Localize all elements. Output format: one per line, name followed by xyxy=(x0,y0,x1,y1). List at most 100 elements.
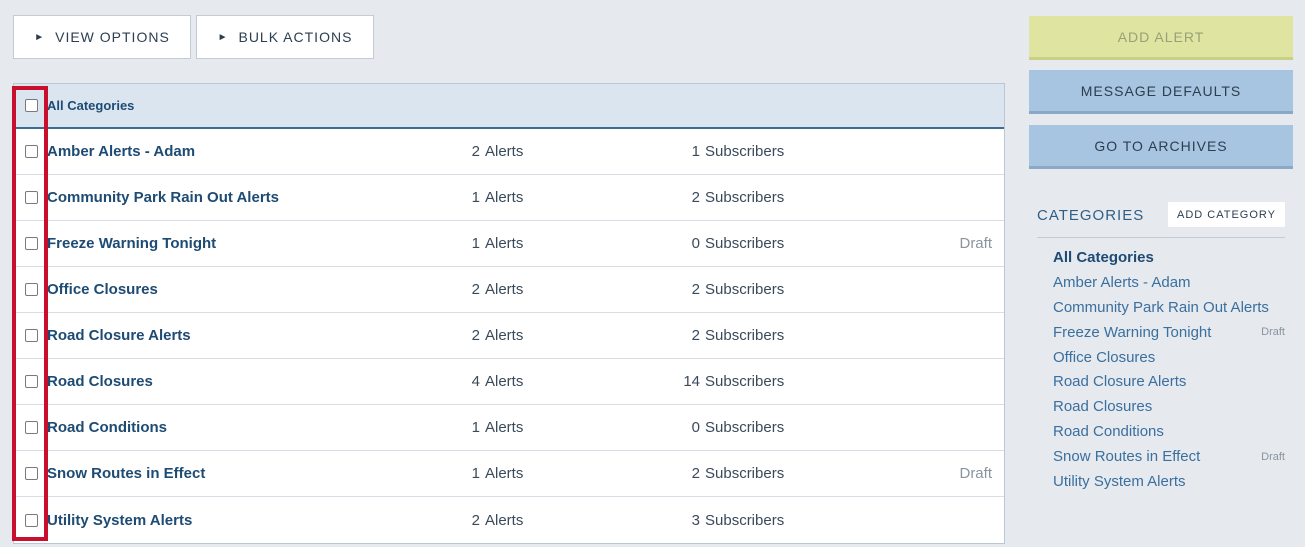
category-name-link[interactable]: Amber Alerts - Adam xyxy=(47,143,195,160)
subscriber-count-value: 1 xyxy=(691,143,700,160)
subscriber-count-value: 2 xyxy=(691,465,700,482)
sidebar-category-item[interactable]: All Categories xyxy=(1053,245,1285,270)
subscriber-count: 2 Subscribers xyxy=(654,189,834,206)
sidebar-category-label: Community Park Rain Out Alerts xyxy=(1053,298,1269,316)
row-checkbox[interactable] xyxy=(25,145,38,158)
alert-count-label: Alerts xyxy=(485,465,524,482)
subscriber-count: 0 Subscribers xyxy=(654,235,834,252)
table-header: All Categories xyxy=(14,84,1004,129)
sidebar-category-item[interactable]: Amber Alerts - Adam xyxy=(1053,270,1285,295)
category-name-link[interactable]: Freeze Warning Tonight xyxy=(47,235,216,252)
alert-count: 1 Alerts xyxy=(434,465,584,482)
category-name-link[interactable]: Road Closures xyxy=(47,373,153,390)
sidebar-category-item[interactable]: Road Conditions xyxy=(1053,419,1285,444)
sidebar-category-label: Road Closures xyxy=(1053,398,1153,416)
alert-count-label: Alerts xyxy=(485,511,524,529)
draft-status: Draft xyxy=(959,465,992,482)
sidebar-category-label: Amber Alerts - Adam xyxy=(1053,273,1191,291)
category-name-link[interactable]: Office Closures xyxy=(47,281,158,298)
sidebar-category-label: Snow Routes in Effect xyxy=(1053,448,1201,466)
sidebar-category-label: Utility System Alerts xyxy=(1053,472,1186,490)
category-name-link[interactable]: Road Conditions xyxy=(47,419,167,436)
alert-count-value: 1 xyxy=(471,235,480,252)
alert-count-value: 2 xyxy=(471,143,480,160)
row-checkbox[interactable] xyxy=(25,467,38,480)
alert-count: 1 Alerts xyxy=(434,189,584,206)
bulk-actions-label: BULK ACTIONS xyxy=(238,29,353,45)
subscriber-count-label: Subscribers xyxy=(705,281,785,298)
select-all-checkbox[interactable] xyxy=(25,99,38,112)
subscriber-count-label: Subscribers xyxy=(705,327,785,344)
view-options-label: VIEW OPTIONS xyxy=(55,29,170,45)
alert-count: 2 Alerts xyxy=(434,143,584,160)
subscriber-count: 14 Subscribers xyxy=(654,373,834,390)
subscriber-count: 1 Subscribers xyxy=(654,143,834,160)
alert-count-value: 1 xyxy=(471,465,480,482)
alert-count: 1 Alerts xyxy=(434,419,584,436)
sidebar-category-item[interactable]: Utility System Alerts xyxy=(1053,469,1285,494)
table-row: Amber Alerts - Adam 2 Alerts 1 Subscribers xyxy=(14,129,1004,175)
row-checkbox[interactable] xyxy=(25,329,38,342)
row-checkbox[interactable] xyxy=(25,421,38,434)
row-checkbox[interactable] xyxy=(25,237,38,250)
bulk-actions-button[interactable]: ► BULK ACTIONS xyxy=(196,15,374,59)
sidebar-category-label: Office Closures xyxy=(1053,348,1156,366)
subscriber-count: 2 Subscribers xyxy=(654,327,834,344)
table-row: Utility System Alerts 2 Alerts 3 Subscribers xyxy=(14,497,1004,543)
sidebar-category-label: All Categories xyxy=(1053,248,1154,266)
alert-count-label: Alerts xyxy=(485,327,524,344)
sidebar-category-item[interactable]: Road Closures xyxy=(1053,394,1285,419)
category-name-link[interactable]: Road Closure Alerts xyxy=(47,327,191,344)
subscriber-count-value: 14 xyxy=(683,373,700,390)
sidebar-category-item[interactable]: Freeze Warning Tonight Draft xyxy=(1053,320,1285,345)
subscriber-count-label: Subscribers xyxy=(705,511,785,529)
subscriber-count-label: Subscribers xyxy=(705,373,785,390)
row-checkbox[interactable] xyxy=(25,283,38,296)
alert-count: 2 Alerts xyxy=(434,281,584,298)
row-checkbox[interactable] xyxy=(25,191,38,204)
subscriber-count-value: 2 xyxy=(691,327,700,344)
subscriber-count-value: 2 xyxy=(691,189,700,206)
subscriber-count-label: Subscribers xyxy=(705,235,785,252)
category-name-link[interactable]: Utility System Alerts xyxy=(47,512,192,529)
table-row: Community Park Rain Out Alerts 1 Alerts 2 Su… xyxy=(14,175,1004,221)
alert-count-label: Alerts xyxy=(485,189,524,206)
alert-count: 1 Alerts xyxy=(434,235,584,252)
subscriber-count-value: 0 xyxy=(691,235,700,252)
subscriber-count: 3 Subscribers xyxy=(654,512,834,529)
add-alert-button[interactable]: ADD ALERT xyxy=(1029,16,1293,60)
categories-panel-header: CATEGORIES ADD CATEGORY xyxy=(1037,202,1285,238)
category-name-link[interactable]: Snow Routes in Effect xyxy=(47,465,205,482)
subscriber-count: 2 Subscribers xyxy=(654,465,834,482)
sidebar-category-item[interactable]: Snow Routes in Effect Draft xyxy=(1053,444,1285,469)
category-name-link[interactable]: Community Park Rain Out Alerts xyxy=(47,189,279,206)
alert-count-label: Alerts xyxy=(485,143,524,160)
alert-count: 2 Alerts xyxy=(434,512,584,529)
row-checkbox[interactable] xyxy=(25,375,38,388)
sidebar-category-label: Road Closure Alerts xyxy=(1053,373,1187,391)
view-options-button[interactable]: ► VIEW OPTIONS xyxy=(13,15,191,59)
table-row: Road Closures 4 Alerts 14 Subscribers xyxy=(14,359,1004,405)
subscriber-count-label: Subscribers xyxy=(705,189,785,206)
row-checkbox[interactable] xyxy=(25,513,38,527)
table-row: Freeze Warning Tonight 1 Alerts 0 Subscriber… xyxy=(14,221,1004,267)
alert-count: 2 Alerts xyxy=(434,327,584,344)
subscriber-count-label: Subscribers xyxy=(705,465,785,482)
message-defaults-button[interactable]: MESSAGE DEFAULTS xyxy=(1029,70,1293,114)
alert-count-label: Alerts xyxy=(485,235,524,252)
add-category-button[interactable]: ADD CATEGORY xyxy=(1168,202,1285,227)
go-to-archives-button[interactable]: GO TO ARCHIVES xyxy=(1029,125,1293,169)
sidebar-category-item[interactable]: Office Closures xyxy=(1053,345,1285,370)
sidebar-category-label: Road Conditions xyxy=(1053,423,1164,441)
sidebar-category-item[interactable]: Road Closure Alerts xyxy=(1053,369,1285,394)
alert-count-label: Alerts xyxy=(485,373,524,390)
table-header-label[interactable]: All Categories xyxy=(47,98,134,113)
table-row: Road Conditions 1 Alerts 0 Subscribers xyxy=(14,405,1004,451)
subscriber-count: 2 Subscribers xyxy=(654,281,834,298)
subscriber-count-label: Subscribers xyxy=(705,419,785,436)
alert-count-label: Alerts xyxy=(485,281,524,298)
alert-count-value: 1 xyxy=(471,189,480,206)
subscriber-count-value: 2 xyxy=(691,281,700,298)
draft-status: Draft xyxy=(959,235,992,252)
sidebar-category-item[interactable]: Community Park Rain Out Alerts xyxy=(1053,295,1285,320)
